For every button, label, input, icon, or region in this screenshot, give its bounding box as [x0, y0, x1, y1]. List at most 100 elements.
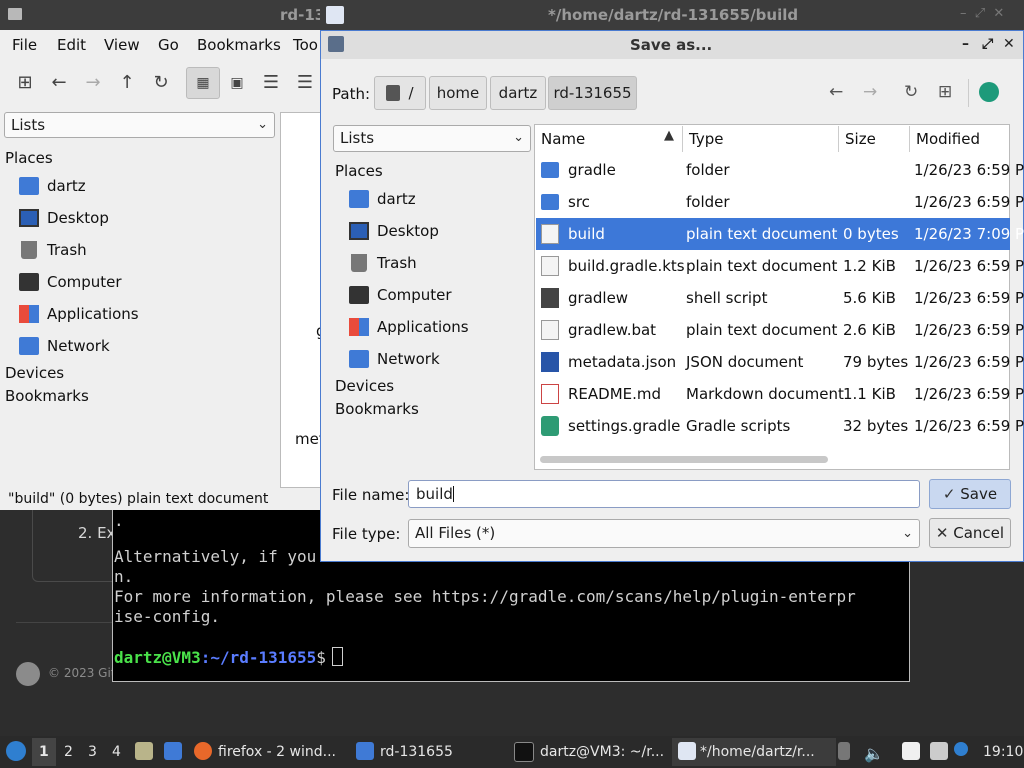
menu-file[interactable]: File: [12, 36, 37, 54]
column-modified[interactable]: Modified: [916, 130, 980, 148]
menu-tools[interactable]: Too: [293, 36, 318, 54]
dialog-app-icon: [328, 36, 344, 52]
place-dartz[interactable]: dartz: [47, 177, 86, 195]
file-name-input[interactable]: build: [408, 480, 920, 508]
menu-edit[interactable]: Edit: [57, 36, 86, 54]
dialog-devices-heading[interactable]: Devices: [335, 377, 394, 395]
prompt-path: :~/rd-131655: [200, 648, 317, 667]
place-computer[interactable]: Computer: [47, 273, 122, 291]
network-icon: [19, 337, 39, 355]
firefox-icon[interactable]: [194, 742, 212, 760]
close-icon[interactable]: ✕: [1003, 36, 1015, 52]
start-menu-icon[interactable]: [6, 741, 26, 761]
github-logo-icon: [16, 662, 40, 686]
menu-view[interactable]: View: [104, 36, 140, 54]
place-applications[interactable]: Applications: [47, 305, 139, 323]
file-modified: 1/26/23 6:59 P: [914, 353, 1024, 371]
file-row[interactable]: README.md Markdown document 1.1 KiB 1/26/23…: [536, 378, 1024, 410]
folder-icon[interactable]: [356, 742, 374, 760]
cancel-button[interactable]: ✕ Cancel: [929, 518, 1011, 548]
crumb-dartz[interactable]: dartz: [490, 76, 546, 110]
compact-view-icon[interactable]: ☰: [260, 72, 282, 94]
reload-icon[interactable]: ↻: [904, 82, 918, 102]
dialog-place-trash[interactable]: Trash: [377, 254, 417, 272]
reload-icon[interactable]: ↻: [150, 72, 172, 94]
menu-go[interactable]: Go: [158, 36, 179, 54]
task-text-editor[interactable]: */home/dartz/r...: [700, 744, 815, 760]
file-row[interactable]: gradlew.bat plain text document 2.6 KiB 1/2…: [536, 314, 1024, 346]
file-row[interactable]: build plain text document 0 bytes 1/26/23 7…: [536, 218, 1024, 250]
file-type: Markdown document: [686, 385, 844, 403]
file-type-value: All Files (*): [415, 524, 496, 542]
text-editor-icon[interactable]: [678, 742, 696, 760]
column-divider[interactable]: [682, 126, 683, 152]
editor-window-controls[interactable]: – ⤢ ✕: [960, 6, 1004, 21]
devices-heading[interactable]: Devices: [5, 364, 64, 382]
crumb-home[interactable]: home: [429, 76, 487, 110]
file-type: shell script: [686, 289, 768, 307]
save-button[interactable]: ✓ Save: [929, 479, 1011, 509]
file-name-label: File name:: [332, 486, 410, 504]
place-trash[interactable]: Trash: [47, 241, 87, 259]
column-divider[interactable]: [909, 126, 910, 152]
forward-arrow-icon[interactable]: →: [863, 82, 877, 102]
network-status-icon[interactable]: [954, 742, 968, 756]
volume-icon[interactable]: 🔈: [864, 744, 884, 763]
task-file-manager[interactable]: rd-131655: [380, 744, 453, 760]
back-arrow-icon[interactable]: ←: [48, 72, 70, 94]
dialog-place-network[interactable]: Network: [377, 350, 440, 368]
up-arrow-icon[interactable]: ↑: [116, 72, 138, 94]
task-firefox[interactable]: firefox - 2 wind...: [218, 744, 336, 760]
maximize-icon[interactable]: ⤢: [982, 36, 993, 52]
dialog-side-mode-select[interactable]: Lists ⌄: [333, 125, 531, 152]
display-icon[interactable]: [930, 742, 948, 760]
folder-icon: [8, 8, 22, 20]
new-tab-icon[interactable]: ⊞: [14, 72, 36, 94]
file-name: gradle: [568, 161, 616, 179]
dialog-place-computer[interactable]: Computer: [377, 286, 452, 304]
forward-arrow-icon[interactable]: →: [82, 72, 104, 94]
file-row[interactable]: gradle folder 1/26/23 6:59 P: [536, 154, 1024, 186]
place-desktop[interactable]: Desktop: [47, 209, 109, 227]
task-terminal[interactable]: dartz@VM3: ~/r...: [540, 744, 664, 760]
crumb-root[interactable]: /: [374, 76, 426, 110]
terminal-icon[interactable]: [514, 742, 534, 762]
grid-view-icon[interactable]: ▦: [192, 72, 214, 94]
column-size[interactable]: Size: [845, 130, 876, 148]
path-label: Path:: [332, 85, 371, 103]
file-type-select[interactable]: All Files (*) ⌄: [408, 519, 920, 548]
file-row[interactable]: src folder 1/26/23 6:59 P: [536, 186, 1024, 218]
applications-icon: [349, 318, 369, 336]
column-divider[interactable]: [838, 126, 839, 152]
minimize-icon[interactable]: –: [962, 36, 969, 52]
keyboard-layout-icon[interactable]: [838, 742, 850, 760]
clipboard-icon[interactable]: [902, 742, 920, 760]
back-arrow-icon[interactable]: ←: [829, 82, 843, 102]
desktop-launcher-icon[interactable]: [164, 742, 182, 760]
file-row[interactable]: gradlew shell script 5.6 KiB 1/26/23 6:59 P: [536, 282, 1024, 314]
new-folder-icon[interactable]: ⊞: [938, 82, 952, 102]
place-network[interactable]: Network: [47, 337, 110, 355]
workspace-3[interactable]: 3: [88, 744, 97, 760]
menu-bookmarks[interactable]: Bookmarks: [197, 36, 281, 54]
workspace-1[interactable]: 1: [39, 744, 49, 760]
column-name[interactable]: Name: [541, 130, 585, 148]
file-row[interactable]: metadata.json JSON document 79 bytes 1/26/2…: [536, 346, 1024, 378]
file-manager-launcher-icon[interactable]: [135, 742, 153, 760]
bookmarks-heading[interactable]: Bookmarks: [5, 387, 89, 405]
horizontal-scrollbar[interactable]: [540, 456, 828, 463]
file-row[interactable]: build.gradle.kts plain text document 1.2 K…: [536, 250, 1024, 282]
file-row[interactable]: settings.gradle Gradle scripts 32 bytes 1/2…: [536, 410, 1024, 442]
list-view-icon[interactable]: ☰: [294, 72, 316, 94]
dialog-place-dartz[interactable]: dartz: [377, 190, 416, 208]
dialog-place-applications[interactable]: Applications: [377, 318, 469, 336]
workspace-4[interactable]: 4: [112, 744, 121, 760]
column-type[interactable]: Type: [689, 130, 723, 148]
side-pane-mode-select[interactable]: Lists ⌄: [4, 112, 275, 138]
crumb-rd-131655[interactable]: rd-131655: [548, 76, 637, 110]
app-menu-icon[interactable]: [979, 82, 999, 102]
dialog-bookmarks-heading[interactable]: Bookmarks: [335, 400, 419, 418]
thumbnail-view-icon[interactable]: ▣: [226, 72, 248, 94]
dialog-place-desktop[interactable]: Desktop: [377, 222, 439, 240]
workspace-2[interactable]: 2: [64, 744, 73, 760]
